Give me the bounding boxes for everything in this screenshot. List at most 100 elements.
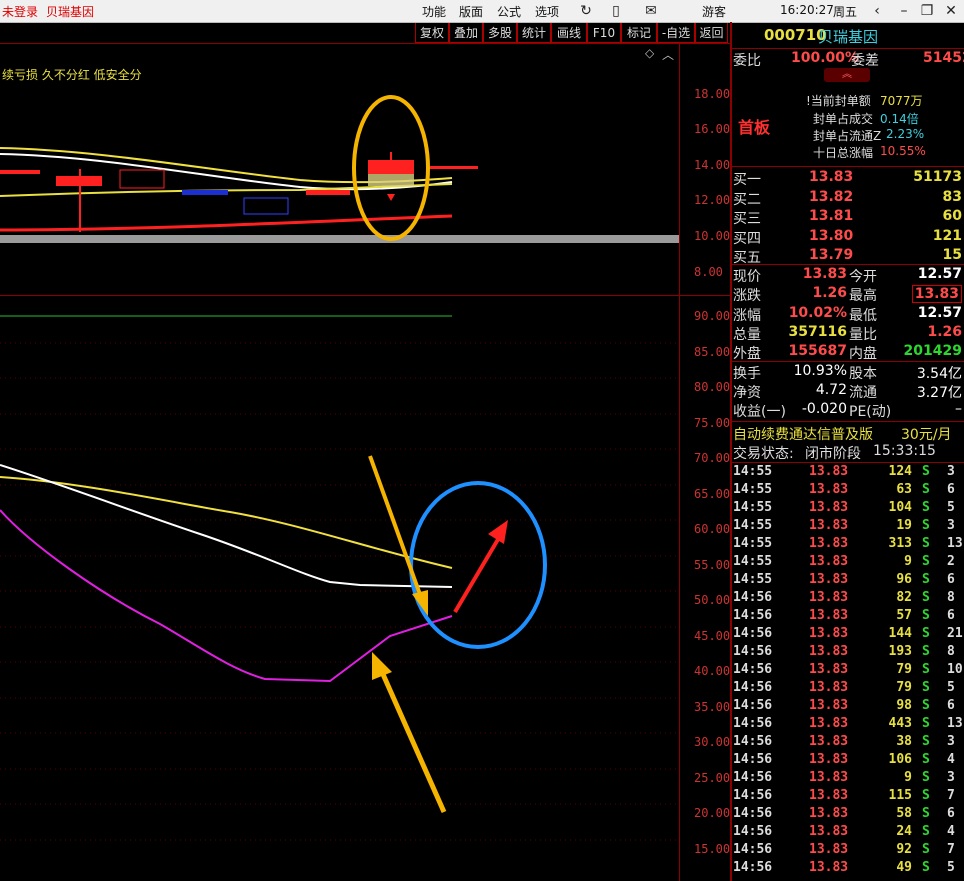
y-label: 14.00 <box>694 158 731 172</box>
bid-price: 13.79 <box>809 247 854 263</box>
trade-time: 14:55 <box>733 518 773 533</box>
stock-name: 贝瑞基因 <box>818 28 879 46</box>
red-arrow-shaft <box>453 534 502 614</box>
weicha-label: 委差 <box>851 53 879 69</box>
trade-time: 14:55 <box>733 464 773 479</box>
back-arrow-icon[interactable]: ‹ <box>866 1 888 21</box>
stat-value: 10.93% <box>793 363 847 379</box>
y-label: 15.00 <box>694 842 731 856</box>
fuquan-button[interactable]: 复权 <box>415 23 449 43</box>
stat-label: 流通 <box>849 385 877 401</box>
trade-price: 13.83 <box>809 716 849 731</box>
trade-price: 13.83 <box>809 842 849 857</box>
trade-count: 6 <box>947 698 955 713</box>
drawing-button[interactable]: 画线 <box>551 23 587 43</box>
trade-count: 13 <box>947 536 963 551</box>
mark-button[interactable]: 标记 <box>621 23 657 43</box>
trade-time: 14:55 <box>733 482 773 497</box>
stat-row: 涨跌 1.26 最高 13.83 <box>733 285 964 304</box>
stat-row: 净资 4.72 流通 3.27亿 <box>733 382 964 401</box>
promo-text[interactable]: 自动续费通达信普及版 <box>733 424 873 444</box>
stat-value: – <box>955 401 962 417</box>
overlay-button[interactable]: 叠加 <box>449 23 483 43</box>
stat-value: 1.26 <box>927 323 962 340</box>
trade-count: 5 <box>947 500 955 515</box>
trade-row: 14:56 13.83 24 S 4 <box>733 824 964 842</box>
guest-label[interactable]: 游客 <box>702 3 726 20</box>
stat-label: 量比 <box>849 326 877 343</box>
return-button[interactable]: 返回 <box>695 23 728 43</box>
bid-volume: 51173 <box>913 169 962 185</box>
login-status[interactable]: 未登录 <box>2 3 38 20</box>
statistics-button[interactable]: 统计 <box>517 23 551 43</box>
highlight-ellipse-blue <box>409 481 547 649</box>
trade-volume: 313 <box>888 536 912 551</box>
trade-time: 14:55 <box>733 554 773 569</box>
trade-row: 14:56 13.83 82 S 8 <box>733 590 964 608</box>
stat-row: 涨幅 10.02% 最低 12.57 <box>733 305 964 324</box>
trade-volume: 96 <box>896 572 912 587</box>
trade-count: 3 <box>947 770 955 785</box>
title-stock-name: 贝瑞基因 <box>46 5 95 19</box>
trade-volume: 124 <box>888 464 912 479</box>
trade-count: 4 <box>947 752 955 767</box>
seal-value: 2.23% <box>886 127 925 141</box>
remove-watchlist-button[interactable]: -自选 <box>657 23 695 43</box>
trade-count: 3 <box>947 734 955 749</box>
bid-row[interactable]: 买一 13.83 51173 <box>733 169 964 188</box>
bid-price: 13.83 <box>809 169 854 185</box>
weibi-label: 委比 <box>733 53 761 69</box>
stat-label: 净资 <box>733 385 761 401</box>
trade-volume: 63 <box>896 482 912 497</box>
orange-arrow-icon <box>412 590 428 616</box>
collapse-chevron-icon[interactable]: ︽ <box>824 68 870 82</box>
trade-side: S <box>922 536 930 551</box>
trade-row: 14:56 13.83 98 S 6 <box>733 698 964 716</box>
weibi-value: 100.00% <box>791 50 860 66</box>
phone-icon[interactable]: ▯ <box>605 1 627 21</box>
menu-function[interactable]: 功能 <box>422 3 446 20</box>
menu-options[interactable]: 选项 <box>535 3 559 20</box>
orange-arrow-shaft <box>368 455 424 601</box>
bid-row[interactable]: 买二 13.82 83 <box>733 189 964 208</box>
trade-time: 14:56 <box>733 662 773 677</box>
restore-icon[interactable]: ❐ <box>916 1 938 21</box>
trade-volume: 106 <box>888 752 912 767</box>
y-label: 85.00 <box>694 345 731 359</box>
stat-value: 155687 <box>788 343 847 360</box>
refresh-icon[interactable]: ↻ <box>575 1 597 21</box>
close-icon[interactable]: ✕ <box>940 1 962 21</box>
trade-time: 14:56 <box>733 716 773 731</box>
trade-volume: 104 <box>888 500 912 515</box>
promo-price[interactable]: 30元/月 <box>901 424 952 444</box>
title-bar: 未登录 贝瑞基因 功能 版面 公式 选项 ↻ ▯ ✉ 游客 16:20:27 周… <box>0 0 964 23</box>
bid-label: 买三 <box>733 211 761 227</box>
trade-volume: 79 <box>896 662 912 677</box>
trade-count: 6 <box>947 572 955 587</box>
trade-side: S <box>922 500 930 515</box>
trade-count: 7 <box>947 788 955 803</box>
y-label: 8.00 <box>694 265 723 279</box>
trade-price: 13.83 <box>809 698 849 713</box>
menu-layout[interactable]: 版面 <box>459 3 483 20</box>
y-label: 40.00 <box>694 664 731 678</box>
seal-label: 封单占成交 <box>813 112 874 126</box>
trade-side: S <box>922 734 930 749</box>
orange-arrow-shaft <box>379 670 447 814</box>
y-label: 80.00 <box>694 380 731 394</box>
mail-icon[interactable]: ✉ <box>640 1 662 21</box>
trade-price: 13.83 <box>809 590 849 605</box>
minimize-icon[interactable]: – <box>893 1 915 21</box>
bid-price: 13.81 <box>809 208 854 224</box>
trade-price: 13.83 <box>809 662 849 677</box>
f10-button[interactable]: F10 <box>587 23 621 43</box>
bid-row[interactable]: 买三 13.81 60 <box>733 208 964 227</box>
multi-stock-button[interactable]: 多股 <box>483 23 517 43</box>
trade-row: 14:55 13.83 104 S 5 <box>733 500 964 518</box>
bid-row[interactable]: 买四 13.80 121 <box>733 228 964 247</box>
promo-row[interactable]: 自动续费通达信普及版 30元/月 <box>733 424 964 443</box>
stat-label: 最低 <box>849 307 877 324</box>
trade-price: 13.83 <box>809 860 849 875</box>
trade-price: 13.83 <box>809 482 849 497</box>
menu-formula[interactable]: 公式 <box>497 3 521 20</box>
